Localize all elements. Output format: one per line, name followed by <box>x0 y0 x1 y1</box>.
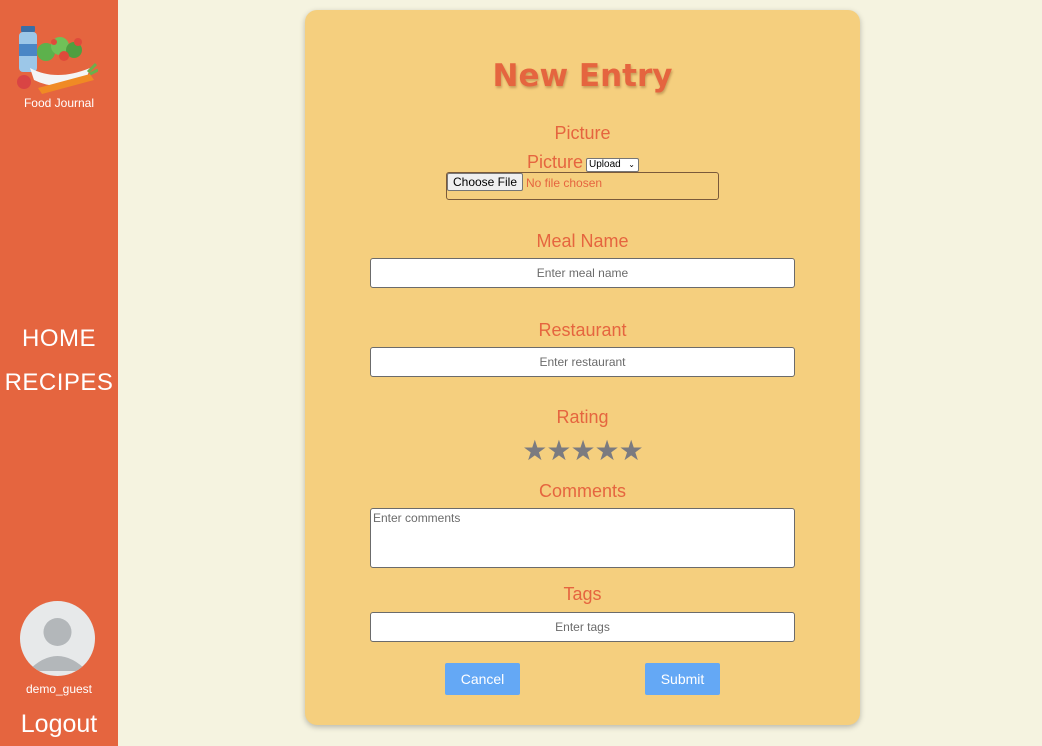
meal-name-input[interactable]: Enter meal name <box>370 258 795 288</box>
restaurant-input[interactable]: Enter restaurant <box>370 347 795 377</box>
rating-stars: ★★★★★ <box>305 434 860 467</box>
star-icon[interactable]: ★ <box>595 435 620 466</box>
sidebar: Food Journal HOME RECIPES demo_guest Log… <box>0 0 118 746</box>
username: demo_guest <box>25 682 93 696</box>
avatar[interactable] <box>20 601 95 676</box>
food-journal-logo-icon[interactable] <box>16 22 99 94</box>
star-icon[interactable]: ★ <box>522 435 547 466</box>
tags-input[interactable]: Enter tags <box>370 612 795 642</box>
choose-file-button[interactable]: Choose File <box>447 173 523 191</box>
tags-label: Tags <box>563 584 602 604</box>
restaurant-label: Restaurant <box>538 320 627 340</box>
star-icon[interactable]: ★ <box>546 435 571 466</box>
picture-file-input[interactable]: Choose File No file chosen <box>446 172 719 200</box>
picture-source-value: Upload <box>589 159 621 170</box>
star-icon[interactable]: ★ <box>570 435 595 466</box>
chevron-down-icon: ⌄ <box>628 160 635 169</box>
submit-button[interactable]: Submit <box>645 663 720 695</box>
logo-text: Food Journal <box>23 96 95 110</box>
comments-label: Comments <box>538 481 627 501</box>
picture-source-select[interactable]: Upload ⌄ <box>586 158 639 172</box>
nav-recipes[interactable]: RECIPES <box>0 369 118 397</box>
file-status: No file chosen <box>526 176 603 190</box>
logout-link[interactable]: Logout <box>0 710 118 739</box>
nav-home[interactable]: HOME <box>0 325 118 353</box>
user-avatar-icon <box>28 618 87 671</box>
new-entry-form: New Entry Picture Picture Upload ⌄ Choos… <box>305 10 860 725</box>
meal-name-label: Meal Name <box>536 231 629 251</box>
picture-label: Picture <box>554 123 611 143</box>
star-icon[interactable]: ★ <box>619 435 644 466</box>
cancel-button[interactable]: Cancel <box>445 663 520 695</box>
form-title: New Entry <box>492 58 673 94</box>
rating-label: Rating <box>556 407 609 427</box>
picture-sublabel: Picture <box>527 152 584 172</box>
comments-textarea[interactable]: Enter comments <box>370 508 795 568</box>
